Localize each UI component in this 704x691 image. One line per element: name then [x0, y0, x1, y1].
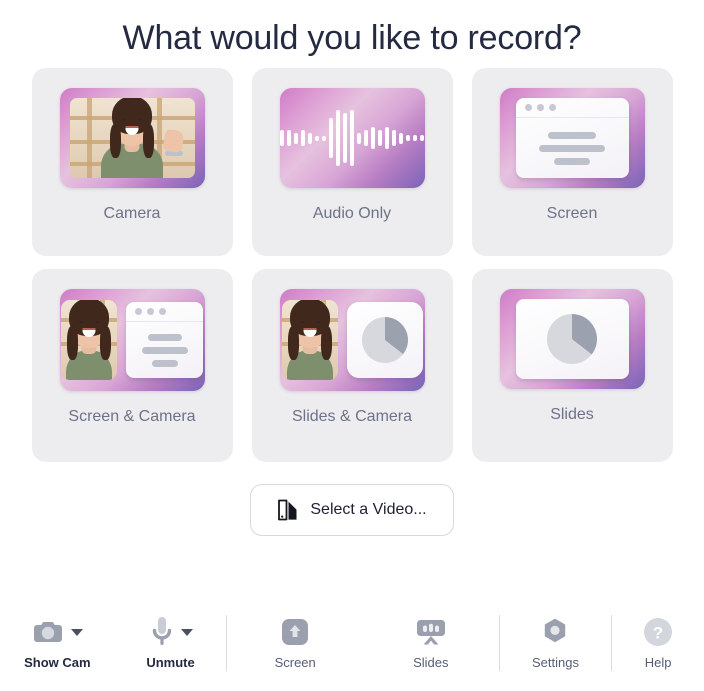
record-card-label: Camera: [103, 205, 161, 222]
slide-mock: [515, 299, 629, 379]
window-dot-icon: [147, 308, 154, 315]
toolbar-item-screen[interactable]: Screen: [275, 605, 316, 670]
waveform-bar: [294, 132, 298, 144]
window-dot-icon: [524, 104, 532, 111]
toolbar-item-slides[interactable]: Slides: [413, 605, 449, 670]
unmute-dropdown-caret[interactable]: [180, 628, 193, 636]
window-dot-icon: [159, 308, 166, 315]
waveform-bar: [364, 130, 368, 146]
browser-window-mock: [515, 98, 629, 178]
waveform-bar: [336, 110, 340, 166]
toolbar-item-label: Help: [644, 655, 672, 670]
slides-board-icon[interactable]: [414, 617, 448, 647]
record-card-label: Screen: [546, 205, 598, 222]
waveform-bar: [406, 135, 410, 141]
waveform-bar: [357, 132, 361, 144]
microphone-icon[interactable]: [149, 615, 175, 649]
waveform-bar: [378, 130, 382, 146]
record-card-label: Audio Only: [312, 205, 392, 222]
toolbar-item-unmute[interactable]: Unmute: [146, 605, 195, 670]
slide-mock: [346, 302, 423, 378]
waveform-bar: [371, 127, 375, 149]
waveform-bar: [392, 130, 396, 146]
record-card-slides-and-camera[interactable]: Slides & Camera: [251, 269, 453, 462]
record-card-camera[interactable]: Camera: [31, 68, 233, 256]
bottom-toolbar: Show Cam Unmute Screen Slides Settings ?…: [0, 605, 704, 683]
screen-share-icon[interactable]: [280, 617, 310, 647]
toolbar-item-label: Slides: [413, 655, 449, 670]
pie-chart-icon: [361, 317, 408, 363]
browser-window-mock: [126, 302, 203, 378]
waveform-bar: [280, 130, 284, 146]
waveform-bar: [399, 132, 403, 144]
waveform-bar: [301, 130, 305, 146]
waveform-bar: [413, 135, 417, 141]
audio-waveform: [280, 110, 425, 166]
record-card-slides[interactable]: Slides: [471, 269, 673, 462]
slides-thumbnail: [499, 289, 645, 389]
file-video-icon: [277, 498, 299, 522]
help-circle-icon[interactable]: ?: [642, 616, 674, 648]
toolbar-item-label: Show Cam: [24, 655, 91, 670]
waveform-bar: [315, 135, 319, 141]
waveform-bar: [322, 135, 326, 141]
record-card-audio-only[interactable]: Audio Only: [251, 68, 453, 256]
select-video-row: Select a Video...: [0, 484, 704, 536]
gear-icon[interactable]: [539, 616, 571, 648]
screen-camera-thumbnail: [59, 289, 205, 391]
record-card-label: Screen & Camera: [68, 408, 196, 425]
select-video-label: Select a Video...: [310, 501, 427, 518]
camera-icon[interactable]: [31, 618, 65, 646]
waveform-bar: [329, 118, 333, 158]
toolbar-item-settings[interactable]: Settings: [532, 605, 579, 670]
camera-preview-photo: [69, 98, 195, 178]
slides-camera-thumbnail: [279, 289, 425, 391]
waveform-bar: [350, 110, 354, 166]
window-dot-icon: [135, 308, 142, 315]
audio-waveform-thumbnail: [279, 88, 425, 188]
camera-thumbnail: [59, 88, 205, 188]
waveform-bar: [385, 127, 389, 149]
toolbar-item-show-cam[interactable]: Show Cam: [24, 605, 91, 670]
select-video-button[interactable]: Select a Video...: [250, 484, 454, 536]
toolbar-item-label: Screen: [274, 655, 316, 670]
record-card-label: Slides: [550, 406, 594, 423]
record-card-screen[interactable]: Screen: [471, 68, 673, 256]
toolbar-item-label: Settings: [531, 655, 579, 670]
window-dot-icon: [548, 104, 556, 111]
page-title: What would you like to record?: [122, 19, 582, 57]
waveform-bar: [308, 132, 312, 144]
record-card-label: Slides & Camera: [291, 408, 413, 425]
record-mode-grid: Camera Audio Only Screen Screen & Camera…: [0, 68, 704, 462]
window-dot-icon: [536, 104, 544, 111]
toolbar-item-help[interactable]: ? Help: [642, 605, 674, 670]
waveform-bar: [420, 135, 424, 141]
camera-preview-photo: [281, 300, 338, 380]
svg-text:?: ?: [653, 624, 663, 643]
waveform-bar: [287, 130, 291, 146]
toolbar-item-label: Unmute: [146, 655, 195, 670]
camera-preview-photo: [61, 300, 117, 380]
pie-chart-icon: [547, 314, 597, 364]
record-card-screen-and-camera[interactable]: Screen & Camera: [31, 269, 233, 462]
show-cam-dropdown-caret[interactable]: [71, 628, 84, 636]
screen-window-thumbnail: [499, 88, 645, 188]
waveform-bar: [343, 113, 347, 163]
